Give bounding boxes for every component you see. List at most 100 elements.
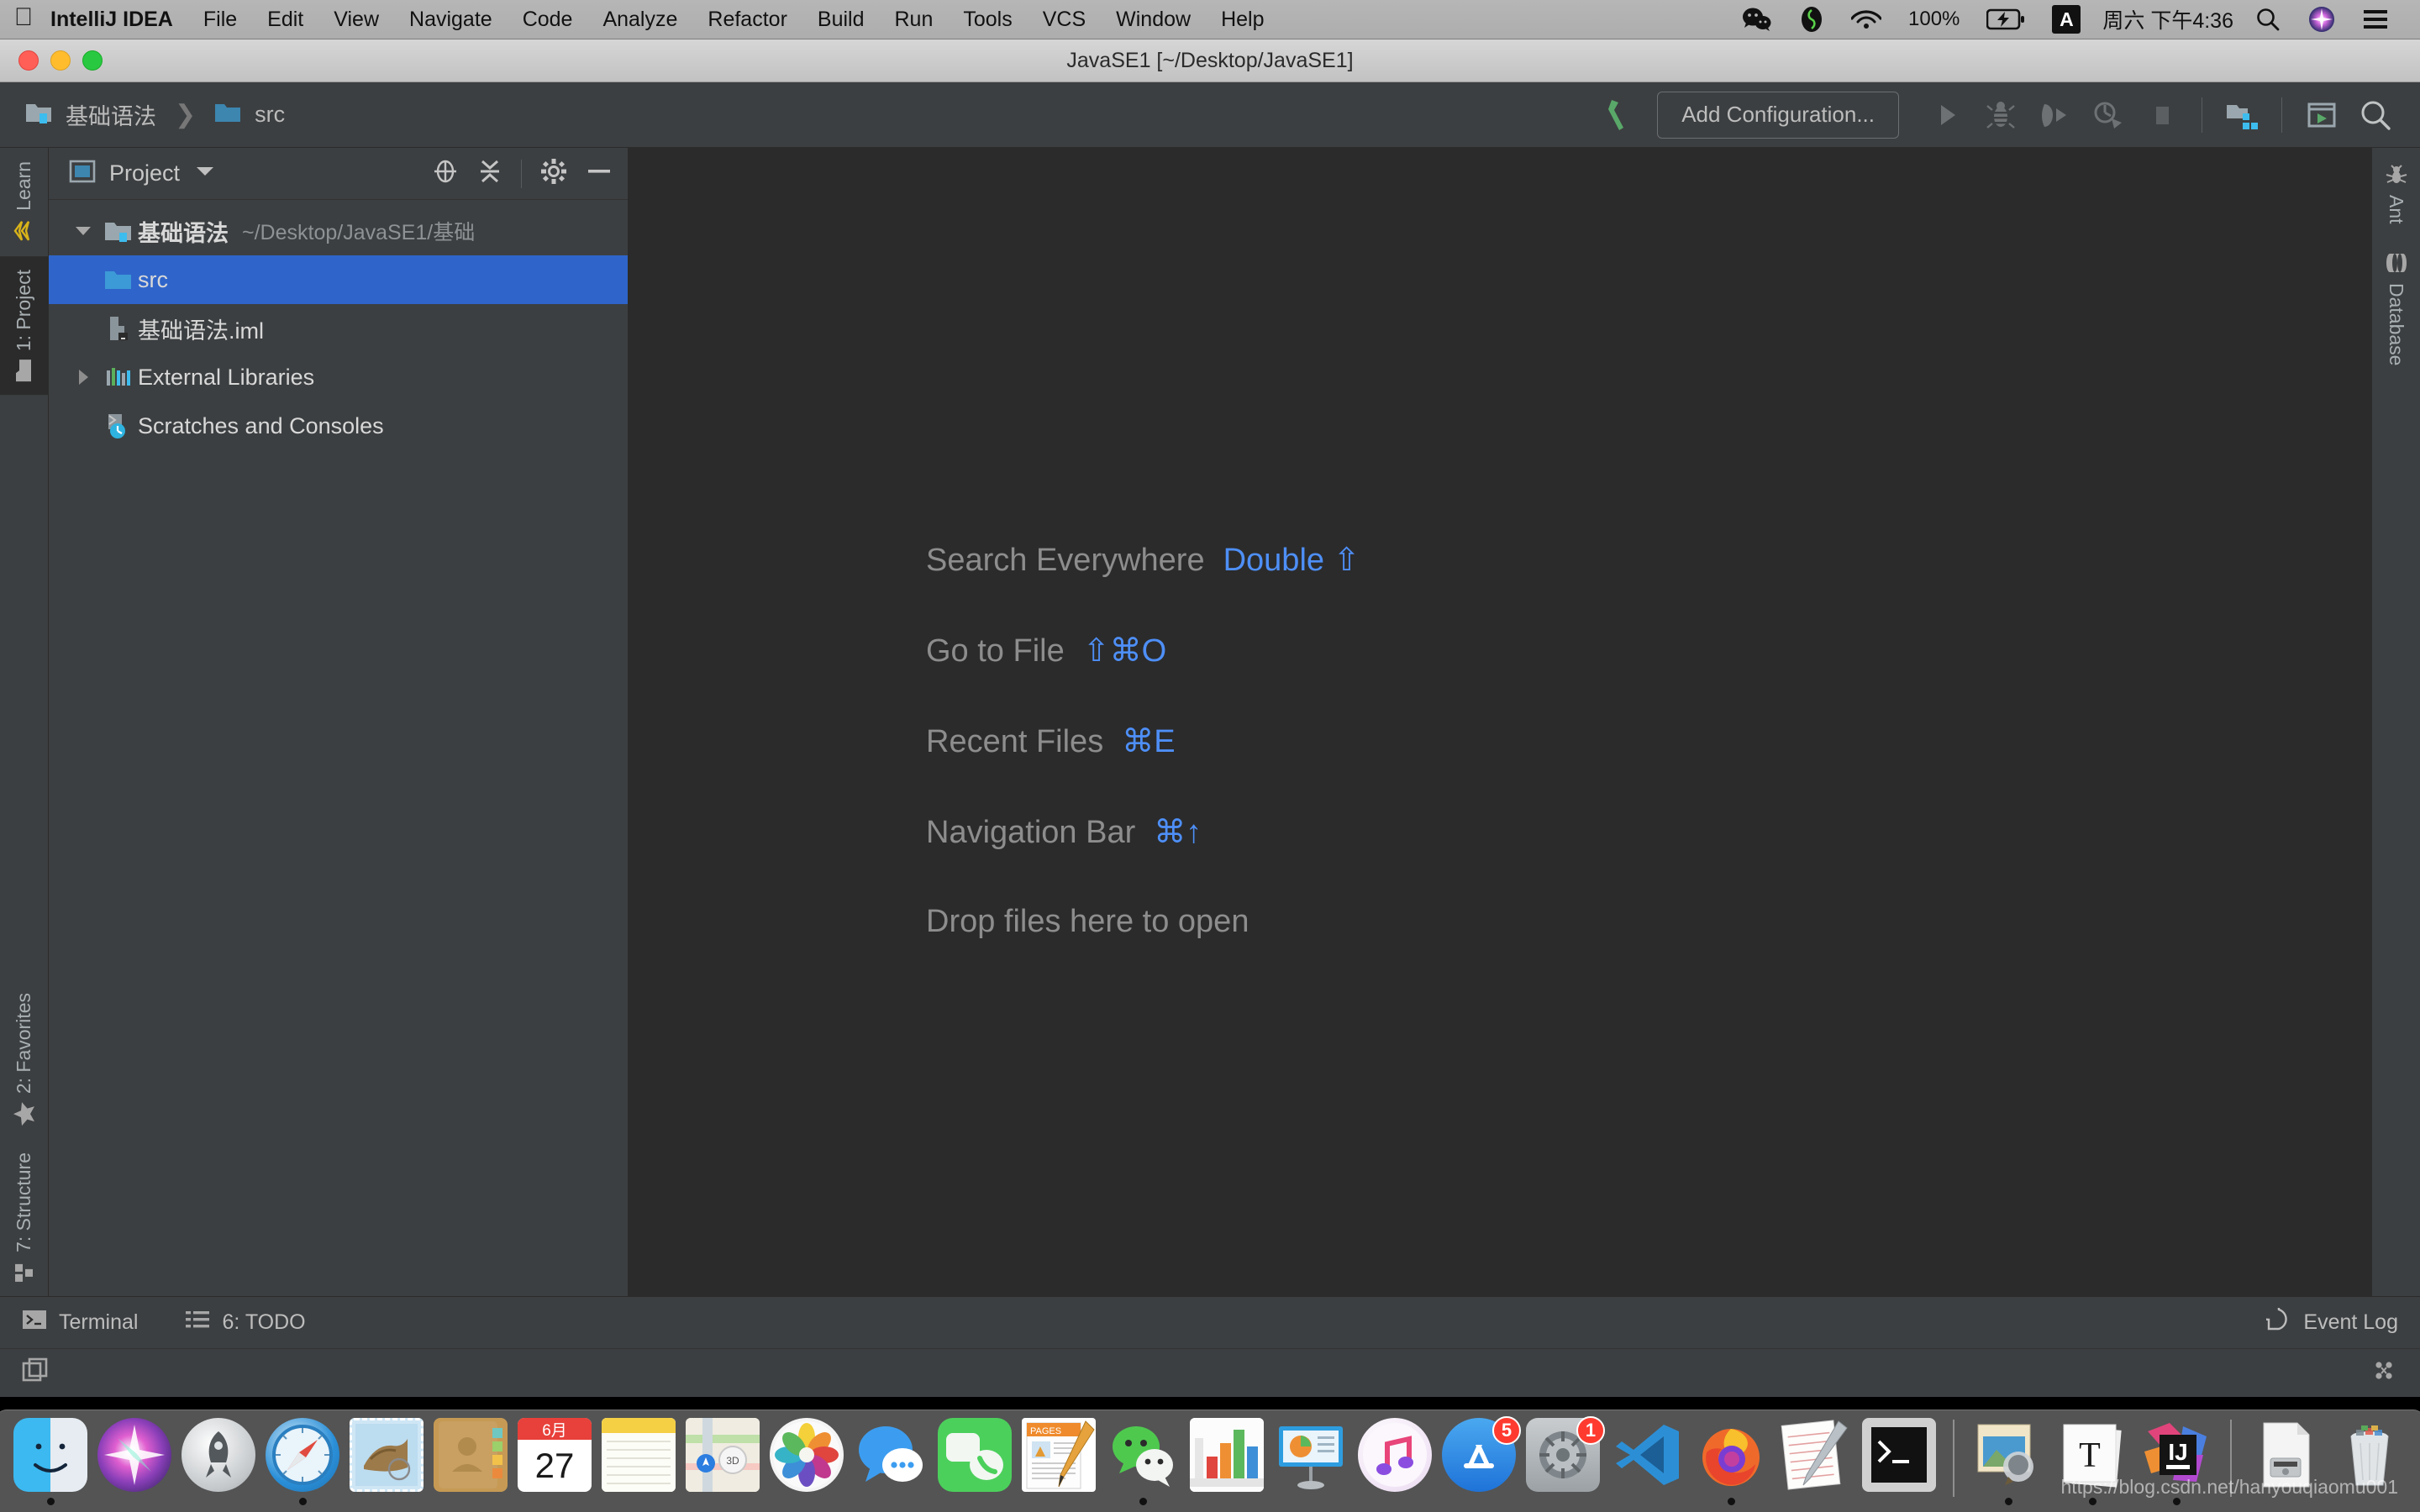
menu-item-build[interactable]: Build: [802, 0, 880, 39]
scroll-from-source-icon[interactable]: [432, 158, 459, 189]
status-item-todo[interactable]: 6: TODO: [185, 1309, 306, 1336]
project-folder-icon: [12, 359, 37, 381]
hint-drop-files: Drop files here to open: [926, 904, 1360, 995]
tree-node-scratches[interactable]: Scratches and Consoles: [49, 402, 628, 450]
dock-item-numbers[interactable]: [1186, 1418, 1267, 1512]
evernote-icon[interactable]: [1786, 0, 1838, 39]
menu-item-analyze[interactable]: Analyze: [587, 0, 692, 39]
chevron-down-icon[interactable]: [195, 165, 215, 182]
menu-item-vcs[interactable]: VCS: [1028, 0, 1101, 39]
dock-item-mail[interactable]: [346, 1418, 427, 1512]
input-method-indicator[interactable]: A: [2039, 0, 2094, 39]
sidebar-item-structure[interactable]: 7: Structure: [0, 1139, 48, 1296]
project-panel-title: Project: [109, 160, 181, 186]
dock-item-launchpad[interactable]: [178, 1418, 259, 1512]
dock-item-firefox[interactable]: [1691, 1418, 1771, 1512]
dock-separator-1: [1953, 1420, 1954, 1497]
dock-item-vscode[interactable]: [1607, 1418, 1687, 1512]
sidebar-item-database[interactable]: Database: [2372, 238, 2420, 379]
tree-node-module[interactable]: 基础语法 ~/Desktop/JavaSE1/基础: [49, 207, 628, 255]
stop-icon[interactable]: [2138, 91, 2186, 139]
tree-label-iml: 基础语法.iml: [138, 318, 264, 344]
wifi-icon[interactable]: [1838, 0, 1895, 39]
status-item-terminal[interactable]: Terminal: [22, 1309, 138, 1336]
collapsed-arrow-icon[interactable]: [67, 368, 99, 386]
menu-item-tools[interactable]: Tools: [948, 0, 1027, 39]
menu-item-refactor[interactable]: Refactor: [692, 0, 802, 39]
dock-item-facetime[interactable]: [934, 1418, 1015, 1512]
menu-item-code[interactable]: Code: [508, 0, 588, 39]
status-item-event-log[interactable]: Event Log: [2258, 1298, 2398, 1337]
menu-app-name[interactable]: IntelliJ IDEA: [47, 0, 188, 39]
running-indicator: [1223, 1498, 1231, 1505]
run-anything-icon[interactable]: [2297, 91, 2346, 139]
breadcrumb-item-src[interactable]: src: [214, 100, 285, 129]
dock-item-finder[interactable]: [10, 1418, 91, 1512]
tree-node-external-libraries[interactable]: External Libraries: [49, 353, 628, 402]
hide-panel-icon[interactable]: [586, 159, 613, 188]
tree-node-src[interactable]: src: [49, 255, 628, 304]
breadcrumb-item-module[interactable]: 基础语法: [25, 98, 156, 131]
run-with-coverage-icon[interactable]: [2030, 91, 2079, 139]
run-icon[interactable]: [1923, 91, 1971, 139]
status-bar-right: Event Log: [2258, 1298, 2398, 1337]
svg-text:T: T: [2079, 1436, 2101, 1475]
dock-item-keynote[interactable]: [1270, 1418, 1351, 1512]
menu-item-help[interactable]: Help: [1206, 0, 1279, 39]
build-hammer-icon[interactable]: [1595, 91, 1644, 139]
inspections-widget-icon[interactable]: [2370, 1357, 2398, 1389]
sidebar-item-favorites[interactable]: 2: Favorites: [0, 979, 48, 1139]
menu-item-run[interactable]: Run: [879, 0, 948, 39]
menu-item-navigate[interactable]: Navigate: [394, 0, 508, 39]
dock-item-messages[interactable]: [850, 1418, 931, 1512]
mail-icon: [350, 1418, 424, 1492]
menu-item-edit[interactable]: Edit: [252, 0, 318, 39]
dock-item-siri[interactable]: [94, 1418, 175, 1512]
dock-item-photos[interactable]: [766, 1418, 847, 1512]
editor-empty-area[interactable]: Search Everywhere Double ⇧ Go to File ⇧⌘…: [629, 148, 2371, 1296]
dock-item-calendar[interactable]: 6月 27: [514, 1418, 595, 1512]
collapse-all-icon[interactable]: [477, 158, 502, 189]
dock-item-maps[interactable]: 3D: [682, 1418, 763, 1512]
window-title: JavaSE1 [~/Desktop/JavaSE1]: [1066, 48, 1354, 72]
siri-icon[interactable]: [2294, 0, 2349, 39]
debug-bug-icon[interactable]: [1976, 91, 2025, 139]
running-indicator: [971, 1498, 979, 1505]
control-center-icon[interactable]: [2349, 0, 2402, 39]
project-structure-icon[interactable]: [2217, 91, 2266, 139]
gear-icon[interactable]: [540, 158, 567, 189]
tree-node-iml[interactable]: 基础语法.iml: [49, 304, 628, 353]
search-everywhere-icon[interactable]: [2351, 91, 2400, 139]
dock-item-app-store[interactable]: 5: [1439, 1416, 1521, 1512]
dock-item-pages[interactable]: PAGES: [1018, 1418, 1099, 1512]
restore-layout-icon[interactable]: [22, 1357, 50, 1389]
dock-item-itunes[interactable]: [1355, 1418, 1435, 1512]
add-configuration-button[interactable]: Add Configuration...: [1657, 91, 1899, 139]
dock-item-preview[interactable]: [1968, 1418, 2049, 1512]
running-indicator: [298, 1498, 307, 1505]
menu-bar-clock[interactable]: 周六 下午4:36: [2094, 4, 2242, 34]
dock-item-textedit[interactable]: [1775, 1418, 1855, 1512]
battery-charging-icon[interactable]: [1973, 0, 2039, 39]
siri-icon: [97, 1418, 171, 1492]
menu-item-view[interactable]: View: [318, 0, 394, 39]
menu-item-file[interactable]: File: [188, 0, 252, 39]
sidebar-item-ant[interactable]: Ant: [2372, 148, 2420, 238]
dock-item-notes[interactable]: [598, 1418, 679, 1512]
menu-item-window[interactable]: Window: [1101, 0, 1206, 39]
sidebar-item-learn[interactable]: Learn: [0, 148, 48, 256]
dock-item-contacts[interactable]: [430, 1418, 511, 1512]
profiler-icon[interactable]: [2084, 91, 2133, 139]
dock-item-terminal[interactable]: [1859, 1418, 1939, 1512]
wechat-icon[interactable]: [1728, 0, 1786, 39]
preview-icon: [1971, 1418, 2045, 1492]
running-indicator: [1644, 1498, 1651, 1505]
sidebar-item-project[interactable]: 1: Project: [0, 255, 48, 395]
dock-item-wechat[interactable]: [1102, 1418, 1183, 1512]
dock-item-system-preferences[interactable]: 1: [1523, 1416, 1605, 1512]
menu-bar-status-area: 100% A 周六 下午4:36: [1728, 0, 2420, 39]
dock-item-safari[interactable]: [262, 1418, 343, 1512]
apple-logo-icon[interactable]: : [0, 5, 47, 34]
expanded-arrow-icon[interactable]: [67, 223, 99, 239]
spotlight-search-icon[interactable]: [2242, 0, 2294, 39]
